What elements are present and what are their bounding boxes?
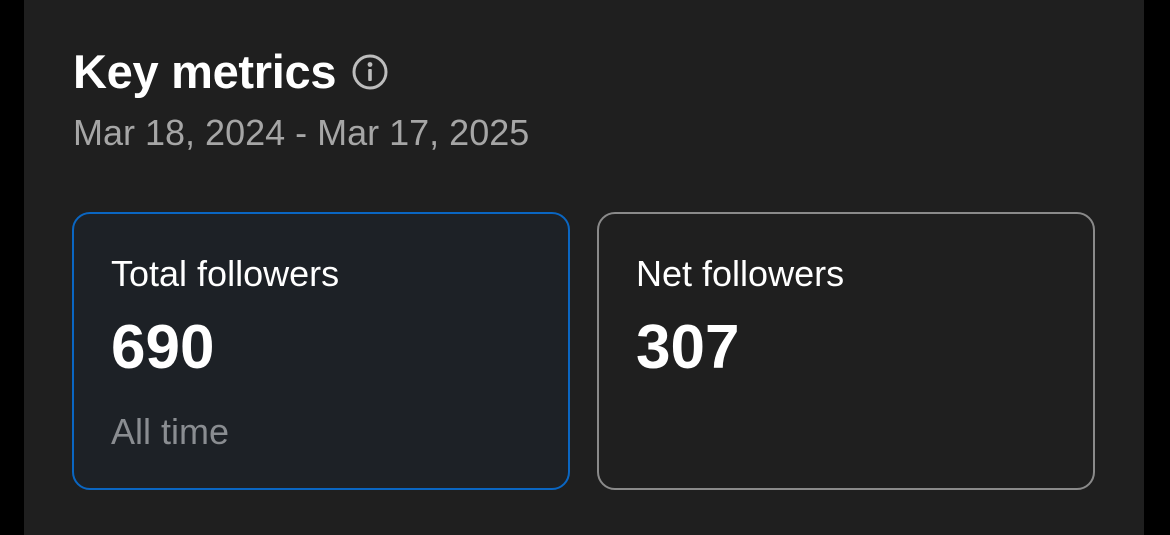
card-value: 690 <box>111 313 215 382</box>
card-label: Net followers <box>636 253 845 294</box>
card-value: 307 <box>636 313 740 382</box>
page-title: Key metrics <box>73 45 337 98</box>
net-followers-card[interactable]: Net followers 307 <box>597 212 1095 490</box>
header: Key metrics <box>73 42 389 102</box>
card-subtext: All time <box>111 411 230 452</box>
info-circle-icon[interactable] <box>351 53 389 91</box>
date-range: Mar 18, 2024 - Mar 17, 2025 <box>73 112 530 153</box>
total-followers-card[interactable]: Total followers 690 All time <box>72 212 570 490</box>
key-metrics-panel: Key metrics Mar 18, 2024 - Mar 17, 2025 … <box>24 0 1144 535</box>
card-label: Total followers <box>111 253 340 294</box>
